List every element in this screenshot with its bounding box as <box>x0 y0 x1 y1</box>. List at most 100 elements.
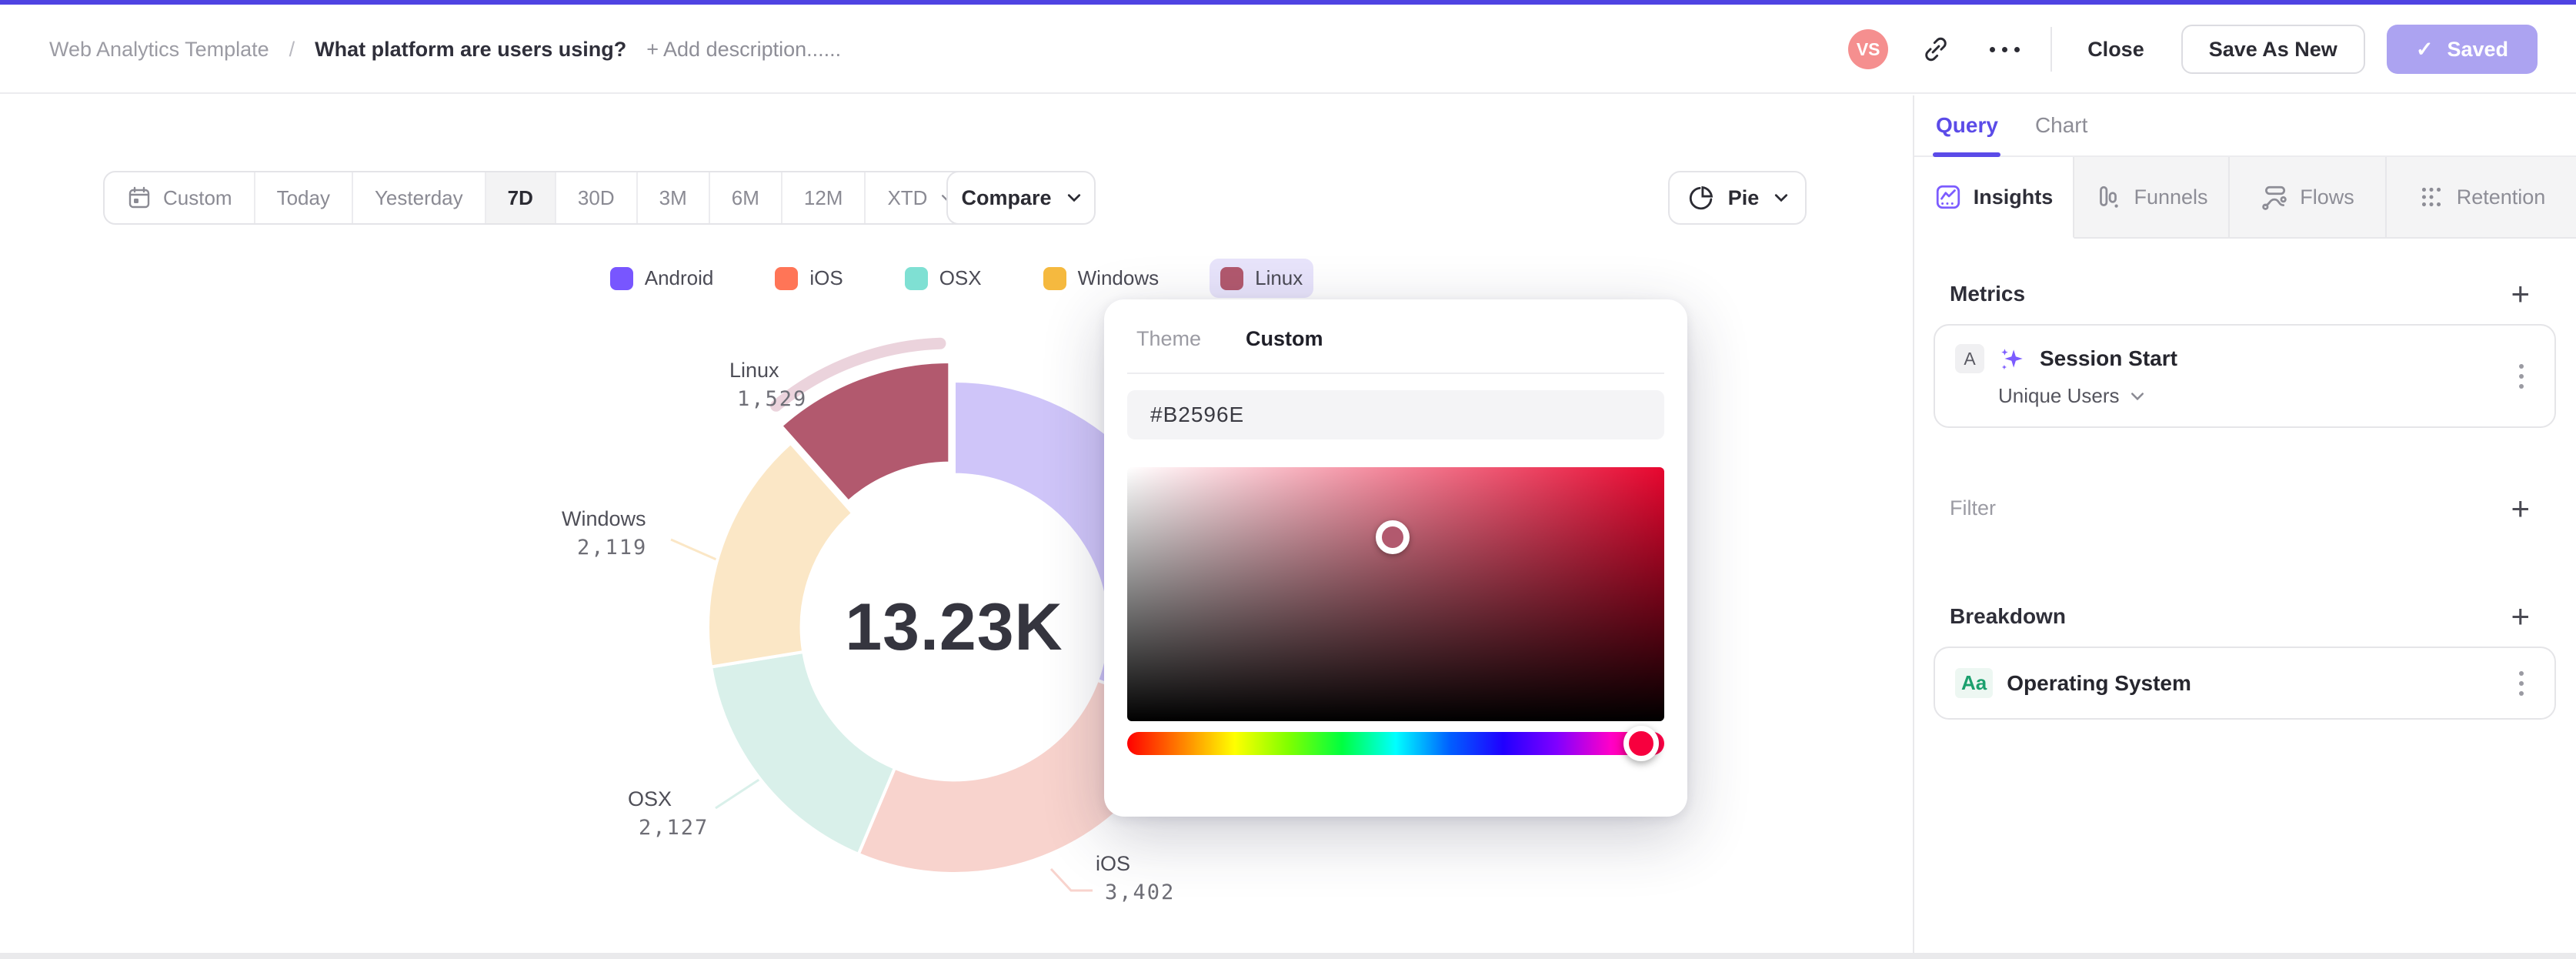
range-label: XTD <box>887 185 928 209</box>
legend-item-osx[interactable]: OSX <box>894 259 993 298</box>
breadcrumb: Web Analytics Template / What platform a… <box>49 5 841 94</box>
metric-card[interactable]: A Session Start Unique Users <box>1934 324 2556 428</box>
add-metric-button[interactable]: + <box>2511 278 2530 310</box>
breadcrumb-separator: / <box>289 37 295 61</box>
chart-type-button[interactable]: Pie <box>1668 171 1807 225</box>
legend-swatch <box>1220 266 1244 290</box>
more-options-button[interactable] <box>1990 46 2020 52</box>
range-label: 12M <box>803 185 843 209</box>
range-30d[interactable]: 30D <box>556 172 638 223</box>
header: Web Analytics Template / What platform a… <box>0 5 2576 94</box>
tab-funnels[interactable]: Funnels <box>2074 157 2230 237</box>
breadcrumb-root-link[interactable]: Web Analytics Template <box>49 38 269 62</box>
hue-slider[interactable] <box>1127 726 1664 761</box>
legend-item-linux[interactable]: Linux <box>1210 259 1314 298</box>
legend-swatch <box>1043 266 1066 290</box>
legend-label: Android <box>644 266 714 289</box>
callout-ios-name: iOS <box>1096 852 1131 875</box>
metric-name: Session Start <box>2040 346 2177 370</box>
legend-item-android[interactable]: Android <box>599 259 725 298</box>
range-today[interactable]: Today <box>255 172 353 223</box>
callout-windows: Windows 2,119 <box>562 505 647 562</box>
chevron-down-icon <box>1774 193 1788 202</box>
close-button[interactable]: Close <box>2087 38 2144 62</box>
saved-label: Saved <box>2447 37 2508 61</box>
callout-ios: iOS 3,402 <box>1096 850 1175 907</box>
date-range-group: Custom Today Yesterday 7D 30D 3M 6M 12M XTD <box>103 171 978 225</box>
avatar[interactable]: VS <box>1848 29 1889 69</box>
gradient-handle[interactable] <box>1375 520 1410 555</box>
tab-label: Retention <box>2456 185 2546 209</box>
color-picker-popup: Theme Custom <box>1104 299 1687 817</box>
header-actions: VS Close Save As New ✓ Saved <box>1848 5 2538 94</box>
chart-controls: Custom Today Yesterday 7D 30D 3M 6M 12M XTD Comp… <box>0 171 1913 225</box>
filter-section-header: Filter + <box>1914 492 2576 524</box>
hue-slider-handle[interactable] <box>1623 726 1659 761</box>
hex-color-input[interactable] <box>1127 390 1664 439</box>
link-icon <box>1921 35 1950 64</box>
breakdown-section-header: Breakdown + <box>1914 600 2576 633</box>
tab-retention[interactable]: Retention <box>2387 157 2576 237</box>
saved-button[interactable]: ✓ Saved <box>2386 25 2538 74</box>
funnels-icon <box>2094 183 2122 211</box>
insights-icon <box>1934 183 1962 211</box>
report-title[interactable]: What platform are users using? <box>315 38 626 62</box>
metrics-heading: Metrics <box>1950 282 2026 306</box>
aggregation-dropdown[interactable]: Unique Users <box>1935 373 2554 426</box>
color-picker-tabs: Theme Custom <box>1127 299 1664 351</box>
range-label: 3M <box>659 185 687 209</box>
range-7d[interactable]: 7D <box>486 172 556 223</box>
compare-button[interactable]: Compare <box>946 171 1096 225</box>
add-breakdown-button[interactable]: + <box>2511 600 2530 633</box>
add-description-button[interactable]: + Add description...... <box>646 38 841 62</box>
range-6m[interactable]: 6M <box>710 172 782 223</box>
add-filter-button[interactable]: + <box>2511 492 2530 524</box>
copy-link-button[interactable] <box>1919 32 1953 66</box>
range-label: Yesterday <box>374 185 463 209</box>
breakdown-card[interactable]: Aa Operating System <box>1934 647 2556 720</box>
callout-osx-name: OSX <box>628 787 672 810</box>
property-type-badge: Aa <box>1955 668 1994 698</box>
aggregation-label: Unique Users <box>1998 384 2120 407</box>
legend-label: OSX <box>939 266 982 289</box>
range-yesterday[interactable]: Yesterday <box>353 172 486 223</box>
breakdown-options-kebab[interactable] <box>2514 667 2528 700</box>
sidebar-mode-tabs: Query Chart <box>1914 95 2576 157</box>
breakdown-card-row: Aa Operating System <box>1935 648 2554 718</box>
range-label: Custom <box>163 185 232 209</box>
saturation-value-gradient[interactable] <box>1127 467 1664 721</box>
tab-insights[interactable]: Insights <box>1914 157 2074 239</box>
callout-linux: Linux 1,529 <box>729 356 807 413</box>
tab-custom[interactable]: Custom <box>1246 327 1323 351</box>
check-icon: ✓ <box>2415 37 2434 61</box>
tab-flows[interactable]: Flows <box>2230 157 2387 237</box>
header-divider <box>2050 27 2053 72</box>
callout-windows-value: 2,119 <box>577 536 648 560</box>
page: Web Analytics Template / What platform a… <box>0 0 2576 959</box>
callout-ios-value: 3,402 <box>1105 880 1176 904</box>
tab-query[interactable]: Query <box>1936 113 1998 138</box>
tab-label: Flows <box>2300 185 2354 209</box>
analysis-type-tabs: Insights Funnels Flows Retention <box>1914 157 2576 239</box>
popup-divider <box>1127 373 1664 374</box>
legend-swatch <box>775 266 799 290</box>
main-canvas: Custom Today Yesterday 7D 30D 3M 6M 12M XTD Comp… <box>0 95 1913 953</box>
retention-icon <box>2418 183 2445 211</box>
range-12m[interactable]: 12M <box>782 172 866 223</box>
range-3m[interactable]: 3M <box>638 172 710 223</box>
flows-icon <box>2261 183 2288 211</box>
chart-legend: Android iOS OSX Windows Linux <box>0 259 1913 298</box>
filter-heading: Filter <box>1950 496 1996 520</box>
callout-windows-name: Windows <box>562 507 646 530</box>
legend-item-windows[interactable]: Windows <box>1033 259 1170 298</box>
tab-label: Funnels <box>2134 185 2208 209</box>
metric-options-kebab[interactable] <box>2514 359 2528 393</box>
range-custom[interactable]: Custom <box>105 172 255 223</box>
tab-theme[interactable]: Theme <box>1136 327 1201 351</box>
legend-label: iOS <box>809 266 843 289</box>
tab-chart[interactable]: Chart <box>2035 113 2087 138</box>
legend-label: Linux <box>1255 266 1303 289</box>
save-as-new-button[interactable]: Save As New <box>2181 25 2365 74</box>
legend-item-ios[interactable]: iOS <box>764 259 853 298</box>
legend-swatch <box>609 266 633 290</box>
